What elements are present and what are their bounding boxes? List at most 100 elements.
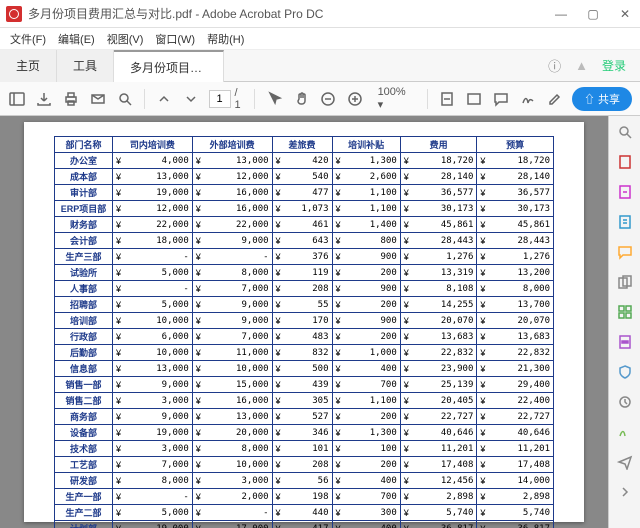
table-row: 后勤部¥10,000¥11,000¥832¥1,000¥22,832¥22,83… [55,345,554,361]
right-panel [608,116,640,528]
search-icon[interactable] [115,89,134,109]
table-row: 研发部¥8,000¥3,000¥56¥400¥12,456¥14,000 [55,473,554,489]
menu-window[interactable]: 窗口(W) [155,31,195,47]
value-cell: ¥8,108 [400,281,477,297]
tab-tools[interactable]: 工具 [57,50,114,82]
page-up-icon[interactable] [155,89,174,109]
app-icon [6,6,22,22]
tab-home[interactable]: 主页 [0,50,57,82]
menu-bar: 文件(F) 编辑(E) 视图(V) 窗口(W) 帮助(H) [0,28,640,50]
panel-search-icon[interactable] [615,122,635,142]
value-cell: ¥5,000 [113,505,193,521]
value-cell: ¥19,000 [113,521,193,528]
login-button[interactable]: 登录 [602,57,626,74]
table-header: 外部培训费 [192,137,272,153]
mail-icon[interactable] [88,89,107,109]
create-pdf-icon[interactable] [615,152,635,172]
dept-cell: 商务部 [55,409,113,425]
share-button[interactable]: ⇧ 共享 [572,87,632,111]
value-cell: ¥12,000 [113,201,193,217]
zoom-out-icon[interactable] [319,89,338,109]
value-cell: ¥22,727 [477,409,554,425]
page-indicator: / 1 [209,87,245,111]
menu-help[interactable]: 帮助(H) [207,31,244,47]
organize-icon[interactable] [615,302,635,322]
value-cell: ¥25,139 [400,377,477,393]
value-cell: ¥119 [272,265,332,281]
redact-icon[interactable] [615,332,635,352]
value-cell: ¥5,740 [400,505,477,521]
notification-icon[interactable]: ▲ [575,58,588,73]
fit-page-icon[interactable] [465,89,484,109]
dept-cell: 工艺部 [55,457,113,473]
dept-cell: 设备部 [55,425,113,441]
send-icon[interactable] [615,452,635,472]
value-cell: ¥45,861 [477,217,554,233]
value-cell: ¥- [113,281,193,297]
value-cell: ¥2,898 [477,489,554,505]
combine-icon[interactable] [615,272,635,292]
optimize-icon[interactable] [615,392,635,412]
value-cell: ¥10,000 [192,457,272,473]
export-pdf-icon[interactable] [615,182,635,202]
value-cell: ¥439 [272,377,332,393]
table-row: 销售一部¥9,000¥15,000¥439¥700¥25,139¥29,400 [55,377,554,393]
dept-cell: 试验所 [55,265,113,281]
value-cell: ¥36,817 [477,521,554,528]
value-cell: ¥200 [332,409,400,425]
more-tools-icon[interactable] [615,482,635,502]
dept-cell: 计划部 [55,521,113,528]
value-cell: ¥477 [272,185,332,201]
save-icon[interactable] [35,89,54,109]
table-header: 司内培训费 [113,137,193,153]
document-area[interactable]: 部门名称司内培训费外部培训费差旅费培训补贴费用预算 办公室¥4,000¥13,0… [0,116,608,528]
sidebar-toggle-icon[interactable] [8,89,27,109]
window-title: 多月份项目费用汇总与对比.pdf - Adobe Acrobat Pro DC [28,5,552,22]
zoom-in-icon[interactable] [346,89,365,109]
menu-file[interactable]: 文件(F) [10,31,46,47]
tab-document[interactable]: 多月份项目费用汇... [114,50,224,82]
value-cell: ¥832 [272,345,332,361]
table-row: 信息部¥13,000¥10,000¥500¥400¥23,900¥21,300 [55,361,554,377]
menu-view[interactable]: 视图(V) [107,31,144,47]
value-cell: ¥10,000 [113,345,193,361]
toolbar: / 1 100% ▾ ⇧ 共享 [0,82,640,116]
value-cell: ¥198 [272,489,332,505]
value-cell: ¥13,700 [477,297,554,313]
table-header: 预算 [477,137,554,153]
minimize-button[interactable]: — [552,7,570,21]
highlight-icon[interactable] [545,89,564,109]
fill-sign-icon[interactable] [615,422,635,442]
dept-cell: 后勤部 [55,345,113,361]
fit-width-icon[interactable] [438,89,457,109]
value-cell: ¥200 [332,329,400,345]
dept-cell: 会计部 [55,233,113,249]
print-icon[interactable] [62,89,81,109]
zoom-level[interactable]: 100% ▾ [373,85,418,112]
value-cell: ¥9,000 [192,297,272,313]
page-down-icon[interactable] [182,89,201,109]
table-header: 差旅费 [272,137,332,153]
edit-pdf-icon[interactable] [615,212,635,232]
hand-icon[interactable] [292,89,311,109]
value-cell: ¥23,900 [400,361,477,377]
comment-tool-icon[interactable] [615,242,635,262]
page-input[interactable] [209,90,231,108]
value-cell: ¥170 [272,313,332,329]
menu-edit[interactable]: 编辑(E) [58,31,95,47]
comment-icon[interactable] [492,89,511,109]
table-header: 培训补贴 [332,137,400,153]
value-cell: ¥16,000 [192,201,272,217]
close-button[interactable]: ✕ [616,7,634,21]
value-cell: ¥400 [332,521,400,528]
value-cell: ¥36,577 [477,185,554,201]
maximize-button[interactable]: ▢ [584,7,602,21]
page-total: / 1 [235,87,245,111]
protect-icon[interactable] [615,362,635,382]
value-cell: ¥17,408 [400,457,477,473]
pointer-icon[interactable] [265,89,284,109]
sign-icon[interactable] [518,89,537,109]
value-cell: ¥8,000 [477,281,554,297]
value-cell: ¥376 [272,249,332,265]
help-icon[interactable]: ⓘ [548,56,561,75]
